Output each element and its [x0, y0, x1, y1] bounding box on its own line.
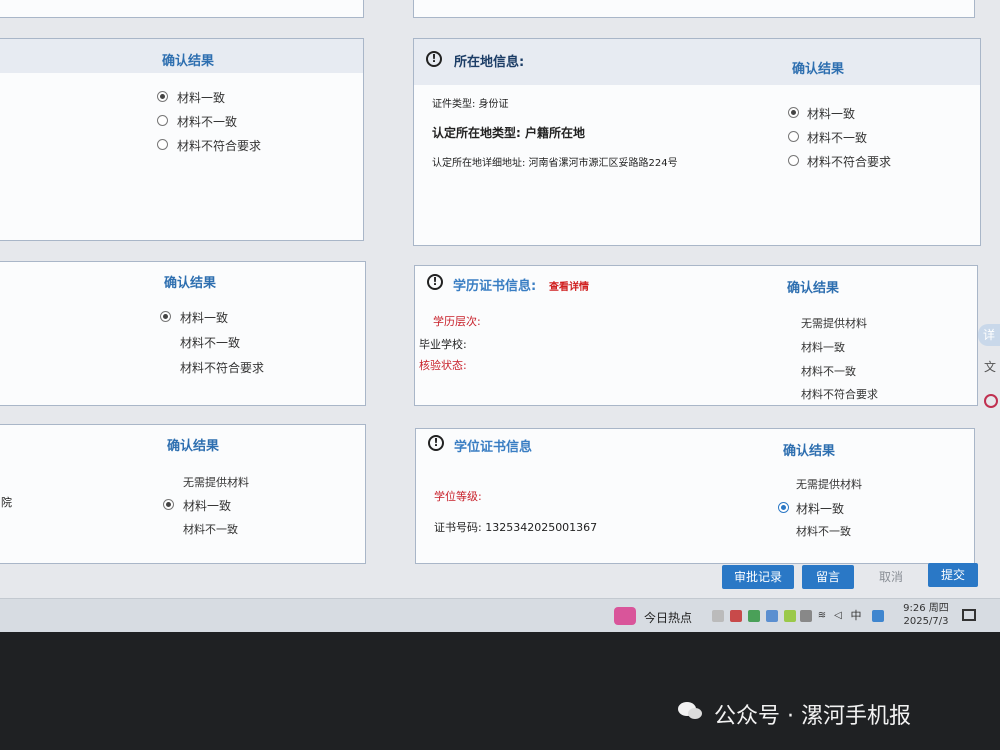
- clock-time: 9:26 周四: [903, 603, 949, 614]
- education-certificate-card: ! 学历证书信息: 查看详情 确认结果 学历层次: 毕业学校: 核验状态: 无需…: [414, 265, 978, 406]
- degree-section-title: 学位证书信息: [454, 440, 533, 455]
- volume-icon[interactable]: ◁: [832, 610, 844, 622]
- translate-icon[interactable]: 文: [984, 358, 996, 375]
- degree-certificate-card: ! 学位证书信息 确认结果 学位等级: 证书号码: 13253420250013…: [415, 428, 975, 564]
- option-label[interactable]: 无需提供材料: [796, 476, 862, 492]
- option-label: 材料不一致: [180, 336, 241, 350]
- wifi-icon[interactable]: ≋: [816, 610, 828, 622]
- wechat-icon: [676, 698, 706, 722]
- app-tray-icon[interactable]: [748, 610, 760, 622]
- radio-consistent[interactable]: [157, 91, 168, 102]
- residence-type-field: 认定所在地类型: 户籍所在地: [432, 126, 585, 140]
- option-label[interactable]: 材料一致: [801, 339, 845, 355]
- address-field: 认定所在地详细地址: 河南省漯河市源汇区妥路路224号: [432, 158, 678, 169]
- option-label: 材料一致: [807, 107, 856, 121]
- option-label[interactable]: 材料不符合要求: [801, 386, 878, 402]
- education-section-title: 学历证书信息:: [453, 279, 537, 294]
- radio-non-compliant[interactable]: [157, 139, 168, 150]
- clock[interactable]: 9:26 周四 2025/7/3: [902, 602, 950, 628]
- radio-consistent[interactable]: [778, 502, 789, 513]
- option-label[interactable]: 材料不一致: [801, 363, 856, 379]
- app-tray-icon[interactable]: [784, 610, 796, 622]
- details-tab[interactable]: 详: [978, 324, 1000, 346]
- app-tray-icon[interactable]: [800, 610, 812, 622]
- option-label: 材料不一致: [177, 115, 238, 129]
- news-icon[interactable]: [614, 607, 636, 625]
- radio-consistent[interactable]: [788, 107, 799, 118]
- notification-icon[interactable]: [962, 609, 976, 621]
- message-button[interactable]: 留言: [802, 565, 854, 589]
- degree-grade-label: 学位等级:: [434, 490, 482, 503]
- option-label: 材料一致: [183, 499, 232, 513]
- radio-inconsistent[interactable]: [157, 115, 168, 126]
- cancel-button[interactable]: 取消: [866, 565, 916, 589]
- security-tray-icon[interactable]: [872, 610, 884, 622]
- option-label: 材料不符合要求: [807, 155, 892, 169]
- option-label: 材料不符合要求: [177, 139, 262, 153]
- approval-history-button[interactable]: 审批记录: [722, 565, 794, 589]
- radio-inconsistent[interactable]: [788, 131, 799, 142]
- id-type-field: 证件类型: 身份证: [432, 99, 509, 110]
- option-label[interactable]: 材料不一致: [796, 523, 851, 539]
- confirm-result-title: 确认结果: [164, 276, 217, 291]
- confirm-result-title: 确认结果: [167, 439, 220, 454]
- confirm-card-left-bottom: 确认结果 院 无需提供材料 材料一致 材料不一致: [0, 424, 366, 564]
- exclamation-circle-icon: !: [427, 274, 443, 290]
- side-text: 院: [1, 496, 12, 509]
- right-side-toolbar: 详 文: [978, 318, 1000, 418]
- option-label[interactable]: 无需提供材料: [801, 315, 867, 331]
- radio-non-compliant[interactable]: [788, 155, 799, 166]
- option-label: 材料一致: [796, 502, 845, 516]
- card-partial-top-left: [0, 0, 364, 18]
- option-label: 材料一致: [177, 91, 226, 105]
- confirm-card-left-mid: 确认结果 材料一致 材料不一致 材料不符合要求: [0, 261, 366, 406]
- confirm-result-title: 确认结果: [792, 62, 845, 77]
- certificate-number-field: 证书号码: 1325342025001367: [434, 521, 598, 534]
- news-widget-label[interactable]: 今日热点: [644, 609, 692, 626]
- submit-button[interactable]: 提交: [928, 563, 978, 587]
- radio-consistent[interactable]: [163, 499, 174, 510]
- watermark-text: 公众号 · 漯河手机报: [714, 704, 911, 729]
- confirm-result-title: 确认结果: [783, 444, 836, 459]
- option-label: 无需提供材料: [183, 476, 249, 489]
- bluetooth-icon[interactable]: [766, 610, 778, 622]
- ime-indicator[interactable]: 中: [850, 610, 862, 622]
- confirm-result-title: 确认结果: [162, 54, 215, 69]
- residence-info-card: ! 所在地信息: 确认结果 证件类型: 身份证 认定所在地类型: 户籍所在地 认…: [413, 38, 981, 246]
- radio-consistent[interactable]: [160, 311, 171, 322]
- option-label: 材料不一致: [807, 131, 868, 145]
- browser-viewport: 确认结果 材料一致 材料不一致 材料不符合要求 ! 所在地信息: 确认结果 证件…: [0, 0, 1000, 632]
- confirm-card-left-top: 确认结果 材料一致 材料不一致 材料不符合要求: [0, 38, 364, 241]
- view-details-link[interactable]: 查看详情: [549, 278, 589, 293]
- option-label: 材料不一致: [183, 523, 238, 536]
- exclamation-circle-icon: !: [426, 51, 442, 67]
- education-level-label: 学历层次:: [433, 315, 481, 328]
- exclamation-circle-icon: !: [428, 435, 444, 451]
- windows-taskbar: 今日热点 ≋ ◁ 中 9:26 周四 2025/7/3: [0, 598, 1000, 632]
- card-partial-top-right: [413, 0, 975, 18]
- verification-status-label: 核验状态:: [419, 359, 467, 372]
- app-tray-icon[interactable]: [730, 610, 742, 622]
- option-label: 材料一致: [180, 311, 229, 325]
- option-label: 材料不符合要求: [180, 361, 265, 375]
- clock-date: 2025/7/3: [903, 616, 949, 627]
- app-tray-icon[interactable]: [712, 610, 724, 622]
- network-icon[interactable]: [984, 394, 998, 408]
- residence-section-title: 所在地信息:: [454, 55, 525, 70]
- graduation-school-label: 毕业学校:: [419, 338, 467, 351]
- confirm-result-title: 确认结果: [787, 281, 840, 296]
